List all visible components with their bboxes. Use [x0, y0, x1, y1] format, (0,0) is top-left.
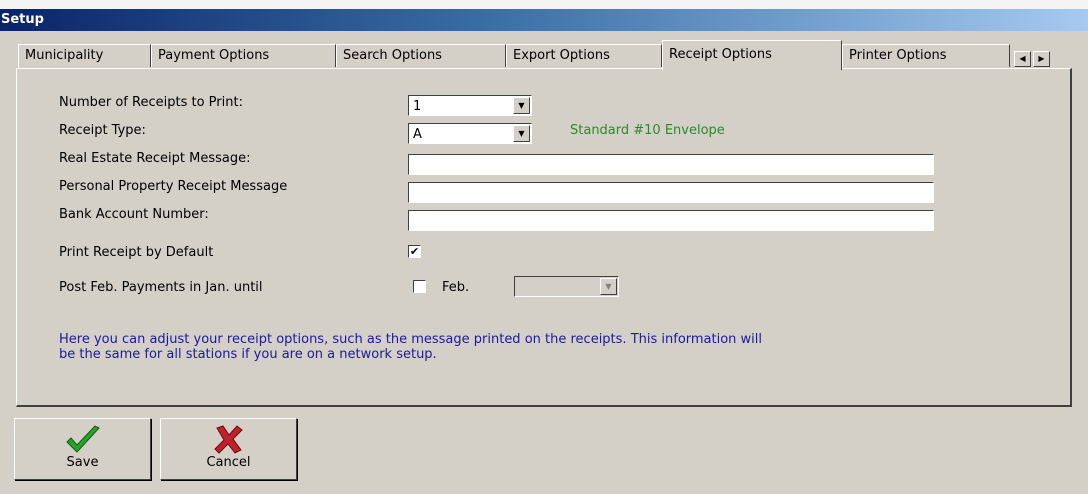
personal-property-message-label: Personal Property Receipt Message	[59, 179, 288, 194]
tab-payment-options[interactable]: Payment Options	[151, 44, 336, 67]
real-estate-message-label: Real Estate Receipt Message:	[59, 151, 251, 166]
personal-property-message-input[interactable]	[408, 182, 934, 203]
tab-printer-options[interactable]: Printer Options	[842, 44, 1010, 67]
tab-receipt-options[interactable]: Receipt Options	[662, 40, 842, 70]
tab-strip: Municipality Payment Options Search Opti…	[0, 40, 1088, 70]
save-check-icon	[65, 425, 100, 453]
bank-account-label: Bank Account Number:	[59, 207, 209, 222]
receipt-options-panel: Number of Receipts to Print: 1 ▼ Receipt…	[16, 68, 1072, 407]
post-feb-checkbox[interactable]	[413, 280, 426, 293]
window-title: Setup	[1, 12, 44, 27]
receipt-type-select[interactable]: A ▼	[408, 123, 532, 144]
checkmark-icon: ✔	[409, 245, 420, 258]
tab-export-options[interactable]: Export Options	[506, 44, 662, 67]
receipt-type-value: A	[413, 127, 422, 142]
tab-municipality[interactable]: Municipality	[18, 44, 151, 67]
chevron-down-icon[interactable]: ▼	[513, 97, 530, 114]
tab-search-options[interactable]: Search Options	[336, 44, 506, 67]
receipt-type-label: Receipt Type:	[59, 123, 146, 138]
bank-account-input[interactable]	[408, 210, 934, 231]
chevron-down-icon[interactable]: ▼	[513, 125, 530, 142]
tab-scroll-controls: ◀ ▶	[1014, 51, 1050, 67]
save-label: Save	[66, 455, 99, 470]
num-receipts-value: 1	[413, 99, 422, 114]
cancel-label: Cancel	[206, 455, 251, 470]
save-button[interactable]: Save	[14, 418, 151, 480]
info-text: Here you can adjust your receipt options…	[59, 332, 763, 362]
cancel-button[interactable]: Cancel	[160, 418, 297, 480]
print-default-label: Print Receipt by Default	[59, 245, 214, 260]
cancel-x-icon	[213, 425, 243, 454]
print-default-checkbox[interactable]: ✔	[408, 245, 421, 258]
feb-label: Feb.	[442, 280, 470, 295]
chevron-down-icon[interactable]: ▼	[600, 278, 617, 295]
arrow-left-icon[interactable]: ◀	[1014, 51, 1031, 67]
arrow-right-icon[interactable]: ▶	[1033, 51, 1050, 67]
receipt-type-note: Standard #10 Envelope	[570, 123, 725, 138]
num-receipts-label: Number of Receipts to Print:	[59, 95, 243, 110]
feb-day-select[interactable]: ▼	[514, 276, 619, 297]
top-strip	[0, 0, 1088, 9]
post-feb-label: Post Feb. Payments in Jan. until	[59, 280, 263, 295]
real-estate-message-input[interactable]	[408, 154, 934, 175]
window-title-bar: Setup	[0, 9, 1088, 31]
num-receipts-select[interactable]: 1 ▼	[408, 95, 532, 116]
